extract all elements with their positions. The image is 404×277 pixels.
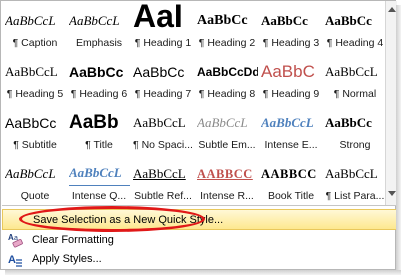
- quick-styles-gallery-menu: AaBbCcL ¶ Caption AaBbCcL Emphasis AaI ¶…: [0, 0, 397, 270]
- style-preview: AaBbCc: [261, 13, 308, 28]
- style-label: Subtle Em...: [198, 139, 256, 151]
- style-label: ¶ Title: [85, 139, 113, 151]
- scroll-up-arrow-icon[interactable]: [388, 7, 396, 12]
- style-preview: AaBbCcL: [5, 13, 56, 28]
- style-preview: AaBbCcL: [261, 115, 314, 130]
- style-preview: AaBbCcL: [69, 162, 130, 186]
- style-tile-subtle-emphasis[interactable]: AaBbCcL Subtle Em...: [195, 103, 258, 154]
- style-label: ¶ Heading 3: [262, 37, 320, 49]
- style-preview: AABBCC: [261, 167, 317, 181]
- style-tile-heading-2[interactable]: AaBbCc ¶ Heading 2: [195, 1, 258, 52]
- style-label: ¶ Heading 6: [70, 88, 128, 100]
- style-row: AaBbCcL Quote AaBbCcL Intense Q... AaBbC…: [3, 154, 385, 205]
- style-tile-caption[interactable]: AaBbCcL ¶ Caption: [3, 1, 66, 52]
- style-row: AaBbCcL ¶ Caption AaBbCcL Emphasis AaI ¶…: [3, 1, 385, 52]
- style-preview: AaBbCcL: [197, 115, 248, 130]
- menu-shadow: [396, 5, 401, 272]
- style-tile-intense-emphasis[interactable]: AaBbCcL Intense E...: [259, 103, 322, 154]
- style-preview: AaBbCc: [69, 64, 124, 80]
- style-label: Book Title: [267, 190, 315, 202]
- style-label: ¶ Caption: [12, 37, 58, 49]
- style-tile-strong[interactable]: AaBbCc Strong: [323, 103, 386, 154]
- style-label: ¶ Heading 9: [262, 88, 320, 100]
- apply-styles-label: Apply Styles...: [32, 253, 102, 265]
- style-preview: AaBbC: [261, 62, 315, 81]
- apply-styles-menu-item[interactable]: A Apply Styles...: [2, 249, 397, 270]
- style-label: ¶ Normal: [333, 88, 377, 100]
- scroll-down-arrow-icon[interactable]: [388, 191, 396, 196]
- style-preview: AaBbCc: [5, 115, 57, 131]
- style-preview: AaI: [133, 1, 183, 33]
- menu-separator: [2, 205, 397, 206]
- style-tile-emphasis[interactable]: AaBbCcL Emphasis: [67, 1, 130, 52]
- style-tile-heading-5[interactable]: AaBbCcL ¶ Heading 5: [3, 52, 66, 103]
- style-tile-intense-quote[interactable]: AaBbCcL Intense Q...: [67, 154, 130, 205]
- clear-formatting-menu-item[interactable]: A a Clear Formatting: [2, 230, 397, 251]
- style-preview: AaBbCcL: [5, 166, 56, 181]
- style-tile-title[interactable]: AaBb ¶ Title: [67, 103, 130, 154]
- style-label: Strong: [339, 139, 371, 151]
- style-tile-heading-1[interactable]: AaI ¶ Heading 1: [131, 1, 194, 52]
- style-tile-intense-reference[interactable]: AABBCC Intense R...: [195, 154, 258, 205]
- svg-text:A: A: [8, 254, 16, 266]
- style-tile-heading-7[interactable]: AaBbCc ¶ Heading 7: [131, 52, 194, 103]
- style-tile-book-title[interactable]: AABBCC Book Title: [259, 154, 322, 205]
- style-label: Subtle Ref...: [134, 190, 192, 202]
- style-label: ¶ Heading 7: [134, 88, 192, 100]
- highlight-annotation-ring: [19, 206, 205, 232]
- style-preview: AaBbCc: [325, 13, 372, 28]
- style-preview: AaBbCcL: [69, 13, 120, 28]
- style-tile-heading-4[interactable]: AaBbCc ¶ Heading 4: [323, 1, 386, 52]
- style-preview: AaBbCcL: [325, 64, 378, 79]
- style-gallery: AaBbCcL ¶ Caption AaBbCcL Emphasis AaI ¶…: [3, 1, 385, 205]
- style-label: ¶ Subtitle: [13, 139, 57, 151]
- style-preview: AaBbCcL: [325, 166, 378, 181]
- eraser-icon: A a: [7, 232, 23, 248]
- style-preview: AaBbCcL: [5, 64, 58, 79]
- apply-styles-icon: A: [7, 251, 23, 267]
- style-tile-list-paragraph[interactable]: AaBbCcL ¶ List Para...: [323, 154, 386, 205]
- style-preview: AaBbCc: [133, 64, 185, 80]
- style-tile-heading-9[interactable]: AaBbC ¶ Heading 9: [259, 52, 322, 103]
- style-tile-heading-3[interactable]: AaBbCc ¶ Heading 3: [259, 1, 322, 52]
- style-preview: AaBbCcL: [133, 166, 186, 181]
- style-label: ¶ No Spaci...: [133, 139, 193, 151]
- style-preview: AaBbCc: [325, 115, 372, 130]
- style-tile-subtitle[interactable]: AaBbCc ¶ Subtitle: [3, 103, 66, 154]
- style-tile-normal[interactable]: AaBbCcL ¶ Normal: [323, 52, 386, 103]
- style-preview: AABBCC: [197, 167, 253, 181]
- style-label: ¶ Heading 1: [134, 37, 192, 49]
- style-label: ¶ Heading 2: [198, 37, 256, 49]
- style-row: AaBbCc ¶ Subtitle AaBb ¶ Title AaBbCcL ¶…: [3, 103, 385, 154]
- style-preview: AaBbCc: [197, 13, 248, 28]
- style-row: AaBbCcL ¶ Heading 5 AaBbCc ¶ Heading 6 A…: [3, 52, 385, 103]
- style-preview: AaBbCcDd: [197, 65, 258, 79]
- menu-shadow: [5, 270, 401, 275]
- style-tile-no-spacing[interactable]: AaBbCcL ¶ No Spaci...: [131, 103, 194, 154]
- style-preview: AaBbCcL: [133, 115, 186, 130]
- style-tile-heading-6[interactable]: AaBbCc ¶ Heading 6: [67, 52, 130, 103]
- clear-formatting-label: Clear Formatting: [32, 234, 114, 246]
- style-label: Intense Q...: [71, 190, 127, 202]
- style-preview: AaBb: [69, 112, 119, 133]
- style-label: ¶ Heading 5: [6, 88, 64, 100]
- style-tile-subtle-reference[interactable]: AaBbCcL Subtle Ref...: [131, 154, 194, 205]
- style-label: ¶ List Para...: [325, 190, 385, 202]
- style-label: Intense E...: [264, 139, 318, 151]
- style-label: Emphasis: [75, 37, 123, 49]
- style-label: Intense R...: [200, 190, 254, 202]
- style-label: ¶ Heading 8: [198, 88, 256, 100]
- style-label: Quote: [20, 190, 50, 202]
- style-label: ¶ Heading 4: [326, 37, 384, 49]
- style-tile-quote[interactable]: AaBbCcL Quote: [3, 154, 66, 205]
- style-tile-heading-8[interactable]: AaBbCcDd ¶ Heading 8: [195, 52, 258, 103]
